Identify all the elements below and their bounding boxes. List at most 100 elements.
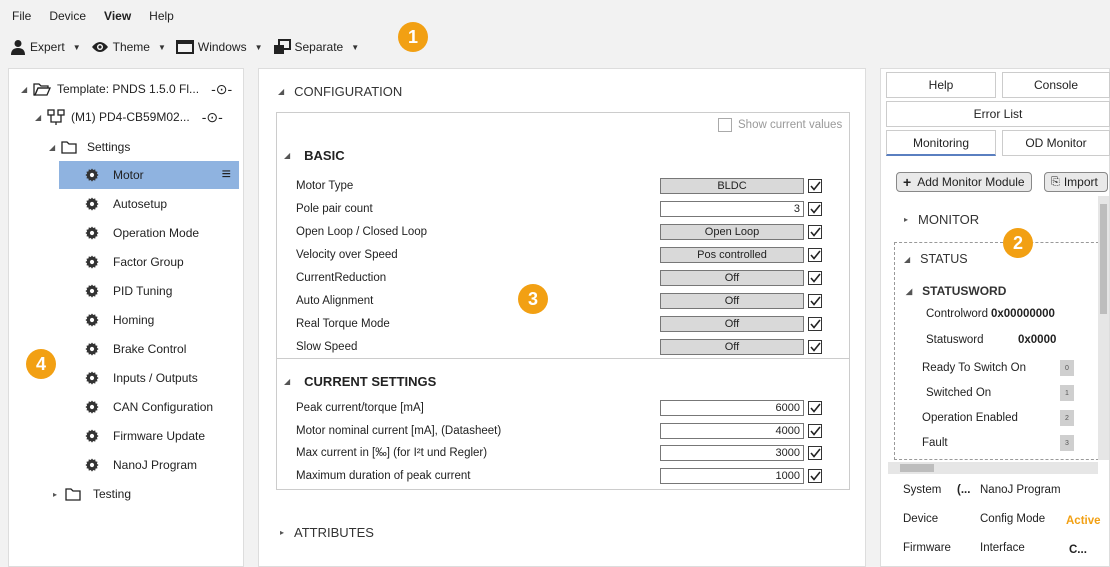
navigation-tree: ◢ Template: PNDS 1.5.0 Fl... -⊙- ◢ (M1) … — [8, 68, 244, 567]
current-settings-header[interactable]: ◢ CURRENT SETTINGS — [284, 374, 436, 389]
system-value: (... — [957, 484, 971, 496]
tree-item-settings[interactable]: ◢ Settings — [9, 133, 243, 161]
separate-dropdown[interactable]: Separate ▼ — [273, 39, 359, 55]
param-dropdown[interactable]: Open Loop — [660, 224, 804, 240]
checkmark-icon — [809, 250, 821, 260]
apply-checkbox[interactable] — [808, 340, 822, 354]
expanded-arrow-icon[interactable]: ◢ — [49, 143, 61, 152]
separate-label: Separate — [294, 40, 344, 54]
param-dropdown[interactable]: Off — [660, 339, 804, 355]
apply-checkbox[interactable] — [808, 271, 822, 285]
status-bit-row: Fault 3 — [922, 435, 1074, 451]
add-monitor-module-button[interactable]: + Add Monitor Module — [896, 172, 1032, 192]
param-label: CurrentReduction — [296, 272, 387, 284]
menu-file[interactable]: File — [12, 9, 31, 23]
status-bit-label: Switched On — [926, 387, 992, 399]
apply-checkbox[interactable] — [808, 317, 822, 331]
basic-section-header[interactable]: ◢ BASIC — [284, 148, 345, 163]
param-dropdown[interactable]: Off — [660, 270, 804, 286]
tree-item-homing[interactable]: Homing — [9, 306, 243, 334]
controlword-row: Controlword 0x00000000 — [926, 308, 1055, 320]
param-input[interactable]: 1000 — [660, 467, 804, 484]
tree-item-label: Motor — [113, 168, 144, 182]
horizontal-scrollbar[interactable] — [888, 462, 1098, 474]
expanded-arrow-icon[interactable]: ◢ — [35, 113, 47, 122]
apply-checkbox[interactable] — [808, 225, 822, 239]
param-label: Slow Speed — [296, 341, 358, 353]
caret-down-icon: ▼ — [72, 42, 81, 52]
show-current-values-checkbox[interactable]: Show current values — [718, 118, 842, 132]
tree-item-firmware-update[interactable]: Firmware Update — [9, 422, 243, 450]
expanded-arrow-icon: ◢ — [284, 377, 291, 386]
checkbox-box[interactable] — [718, 118, 732, 132]
tree-item-autosetup[interactable]: Autosetup — [9, 190, 243, 218]
scrollbar-thumb[interactable] — [900, 464, 934, 472]
expanded-arrow-icon[interactable]: ◢ — [21, 85, 33, 94]
current-settings-title: CURRENT SETTINGS — [304, 374, 437, 389]
status-section-header[interactable]: ◢ STATUS — [904, 252, 968, 266]
apply-checkbox[interactable] — [808, 248, 822, 262]
param-input[interactable]: 3000 — [660, 445, 804, 461]
monitor-section-header[interactable]: ▸ MONITOR — [904, 212, 979, 227]
tab-console[interactable]: Console — [1002, 72, 1110, 98]
configuration-header[interactable]: ◢ CONFIGURATION — [278, 84, 402, 99]
tree-item-operation-mode[interactable]: Operation Mode — [9, 219, 243, 247]
apply-checkbox[interactable] — [808, 202, 822, 216]
apply-checkbox[interactable] — [808, 468, 822, 483]
apply-checkbox[interactable] — [808, 401, 822, 415]
collapsed-arrow-icon[interactable]: ▸ — [53, 490, 65, 499]
hamburger-menu-icon[interactable]: ≡ — [222, 166, 231, 184]
menu-device[interactable]: Device — [49, 9, 86, 23]
tree-item-template[interactable]: ◢ Template: PNDS 1.5.0 Fl... -⊙- — [9, 75, 243, 103]
scrollbar-thumb[interactable] — [1100, 204, 1107, 314]
param-dropdown[interactable]: Off — [660, 293, 804, 309]
apply-checkbox[interactable] — [808, 423, 822, 438]
tab-od-monitor[interactable]: OD Monitor — [1002, 130, 1110, 156]
status-bit-label: Fault — [922, 437, 948, 449]
tab-monitoring[interactable]: Monitoring — [886, 130, 996, 156]
tree-item-testing[interactable]: ▸ Testing — [9, 480, 243, 508]
tree-item-motor[interactable]: Motor ≡ — [59, 161, 239, 189]
menu-help[interactable]: Help — [149, 9, 174, 23]
device-network-icon — [47, 109, 65, 125]
callout-4: 4 — [26, 349, 56, 379]
connect-icon[interactable]: -⊙- — [211, 81, 232, 98]
param-input[interactable]: 6000 — [660, 400, 804, 416]
controlword-value: 0x00000000 — [991, 308, 1055, 320]
tree-item-label: Inputs / Outputs — [113, 371, 198, 385]
menu-view[interactable]: View — [104, 9, 131, 23]
interface-label: Interface — [980, 542, 1025, 554]
attributes-header[interactable]: ▸ ATTRIBUTES — [280, 525, 374, 540]
statusword-header[interactable]: ◢ STATUSWORD — [906, 284, 1006, 298]
tab-help[interactable]: Help — [886, 72, 996, 98]
apply-checkbox[interactable] — [808, 446, 822, 460]
tree-item-pid-tuning[interactable]: PID Tuning — [9, 277, 243, 305]
param-input[interactable]: 3 — [660, 201, 804, 217]
vertical-scrollbar[interactable] — [1098, 196, 1109, 460]
tab-error-list[interactable]: Error List — [886, 101, 1110, 127]
expanded-arrow-icon: ◢ — [278, 87, 285, 96]
expert-label: Expert — [30, 40, 65, 54]
tree-item-factor-group[interactable]: Factor Group — [9, 248, 243, 276]
import-button[interactable]: ⎘ Import — [1044, 172, 1108, 192]
param-label: Peak current/torque [mA] — [296, 402, 424, 414]
gear-icon — [85, 429, 99, 443]
param-dropdown[interactable]: BLDC — [660, 178, 804, 194]
tree-item-nanoj-program[interactable]: NanoJ Program — [9, 451, 243, 479]
param-dropdown[interactable]: Off — [660, 316, 804, 332]
toolbar: Expert ▼ Theme ▼ Windows ▼ Separate ▼ — [0, 34, 1110, 60]
param-label: Maximum duration of peak current — [296, 469, 471, 482]
apply-checkbox[interactable] — [808, 294, 822, 308]
expert-dropdown[interactable]: Expert ▼ — [10, 39, 81, 55]
windows-dropdown[interactable]: Windows ▼ — [175, 40, 263, 54]
apply-checkbox[interactable] — [808, 179, 822, 193]
tree-item-can-configuration[interactable]: CAN Configuration — [9, 393, 243, 421]
theme-dropdown[interactable]: Theme ▼ — [91, 40, 166, 54]
tree-item-device[interactable]: ◢ (M1) PD4-CB59M02... -⊙- — [9, 103, 243, 131]
param-dropdown[interactable]: Pos controlled — [660, 247, 804, 263]
monitor-title: MONITOR — [918, 212, 980, 227]
gear-icon — [85, 371, 99, 385]
expanded-arrow-icon: ◢ — [284, 151, 291, 160]
param-input[interactable]: 4000 — [660, 422, 804, 439]
connect-icon[interactable]: -⊙- — [202, 109, 223, 126]
